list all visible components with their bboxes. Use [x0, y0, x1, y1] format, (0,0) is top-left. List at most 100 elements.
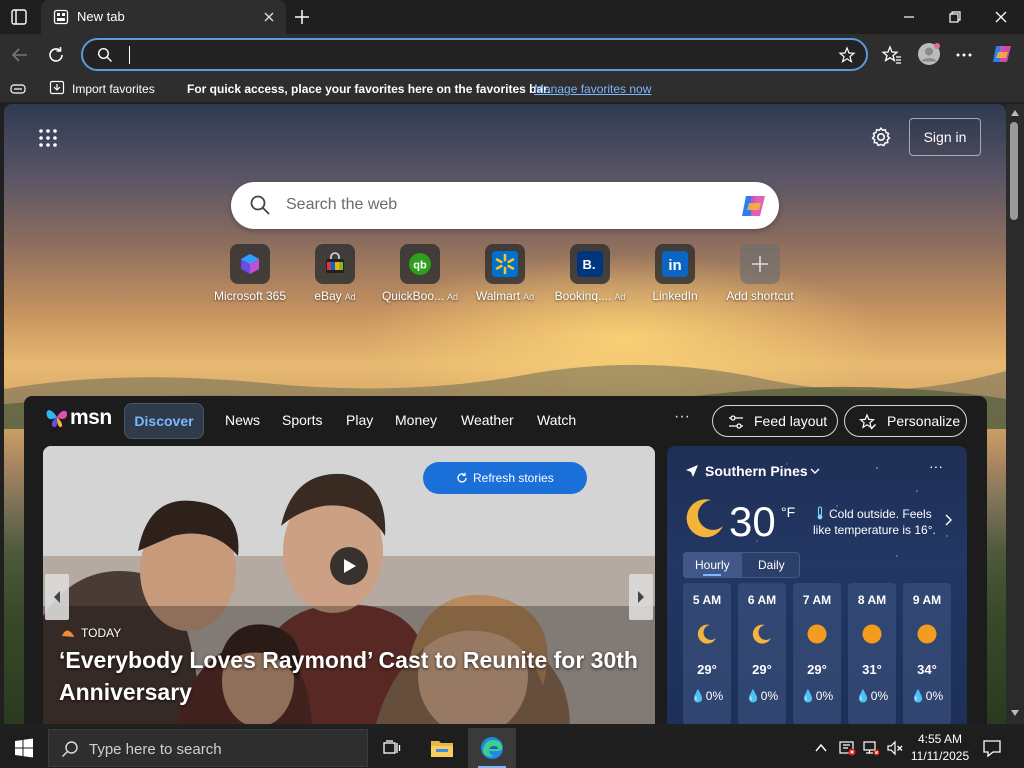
microsoft-365-icon	[241, 254, 259, 274]
refresh-icon[interactable]	[45, 44, 67, 66]
settings-and-more-icon[interactable]	[953, 44, 975, 66]
forecast-precipitation: 💧0%	[683, 689, 731, 703]
new-tab-button[interactable]	[292, 7, 312, 27]
feed-layout-label: Feed layout	[754, 413, 828, 429]
source-logo-icon	[62, 630, 74, 637]
profile-avatar[interactable]	[917, 42, 941, 66]
previous-story-button[interactable]	[45, 574, 69, 620]
personalize-label: Personalize	[887, 413, 961, 429]
taskbar-clock-date[interactable]: 11/11/2025	[904, 749, 976, 763]
sun-icon	[917, 624, 937, 644]
close-tab-icon[interactable]	[262, 10, 276, 24]
sign-in-button[interactable]: Sign in	[909, 118, 981, 156]
minimize-button[interactable]	[900, 8, 918, 26]
hourly-forecast-item[interactable]: 7 AM 29° 💧0%	[793, 583, 841, 724]
scroll-up-arrow-icon[interactable]	[1011, 110, 1019, 116]
tab-weather[interactable]: Weather	[461, 412, 514, 428]
tab-news[interactable]: News	[225, 412, 260, 428]
shortcut-tile: B.	[570, 244, 610, 284]
page-settings-gear-icon[interactable]	[870, 126, 892, 148]
windows-taskbar: Type here to search 4:55 AM 11/11/2025	[0, 728, 1024, 768]
play-video-button[interactable]	[330, 547, 368, 585]
add-favorite-star-icon[interactable]	[838, 46, 856, 64]
refresh-stories-label: Refresh stories	[473, 471, 554, 485]
msn-butterfly-icon[interactable]	[44, 404, 70, 430]
forecast-precipitation: 💧0%	[848, 689, 896, 703]
forecast-time: 6 AM	[747, 593, 777, 607]
page-scrollbar[interactable]	[1006, 104, 1024, 724]
import-favorites-button[interactable]: Import favorites	[72, 82, 155, 96]
hero-story-title[interactable]: ‘Everybody Loves Raymond’ Cast to Reunit…	[59, 644, 649, 708]
hourly-forecast-item[interactable]: 5 AM 29° 💧0%	[683, 583, 731, 724]
security-warning-icon[interactable]	[838, 739, 856, 757]
taskbar-clock-time[interactable]: 4:55 AM	[910, 732, 970, 746]
taskbar-file-explorer[interactable]	[418, 728, 466, 768]
weather-more-button[interactable]: ···	[929, 458, 943, 474]
web-search-box[interactable]: Search the web	[231, 182, 779, 229]
location-arrow-icon	[686, 465, 698, 477]
tab-watch[interactable]: Watch	[537, 412, 576, 428]
more-tabs-button[interactable]: ···	[674, 408, 690, 426]
crescent-moon-icon	[686, 499, 723, 538]
scroll-down-arrow-icon[interactable]	[1011, 710, 1019, 716]
search-icon	[250, 195, 270, 215]
taskbar-microsoft-edge[interactable]	[468, 728, 516, 768]
linkedin-icon: in	[662, 251, 688, 277]
personalize-star-pencil-icon	[859, 413, 876, 430]
tab-daily[interactable]: Daily	[758, 558, 785, 572]
tab-title: New tab	[77, 9, 125, 24]
taskbar-search-placeholder: Type here to search	[89, 741, 222, 758]
manage-favorites-link[interactable]: Manage favorites now	[534, 82, 651, 96]
collections-icon[interactable]	[10, 82, 26, 96]
back-arrow-icon[interactable]	[9, 44, 31, 66]
copilot-icon[interactable]	[739, 191, 769, 221]
msn-logo-text[interactable]: msn	[70, 406, 112, 430]
crescent-moon-icon	[697, 624, 716, 644]
tab-hourly-label[interactable]: Hourly	[695, 558, 730, 572]
feed-layout-button[interactable]: Feed layout	[712, 405, 838, 437]
sun-icon	[807, 624, 827, 644]
search-icon	[97, 47, 112, 62]
booking-icon: B.	[577, 251, 603, 277]
chevron-right-icon[interactable]	[943, 514, 953, 526]
address-bar[interactable]	[81, 38, 868, 71]
chevron-up-icon[interactable]	[814, 741, 828, 755]
story-source-label: TODAY	[81, 626, 122, 640]
weather-location[interactable]: Southern Pines	[705, 463, 808, 479]
task-view-button[interactable]	[368, 728, 416, 768]
tab-new-tab[interactable]: New tab	[41, 0, 286, 34]
next-story-button[interactable]	[629, 574, 653, 620]
restore-button[interactable]	[946, 8, 964, 26]
tab-money[interactable]: Money	[395, 412, 437, 428]
hourly-forecast-item[interactable]: 8 AM 31° 💧0%	[848, 583, 896, 724]
close-window-button[interactable]	[992, 8, 1010, 26]
tab-discover[interactable]: Discover	[124, 403, 204, 439]
copilot-icon[interactable]	[990, 42, 1014, 66]
hero-story-card[interactable]: Refresh stories TODAY ‘Everybody Loves R…	[43, 446, 655, 724]
tab-actions-icon[interactable]	[10, 8, 28, 26]
chevron-down-icon[interactable]	[809, 465, 821, 477]
notification-center-icon[interactable]	[982, 738, 1002, 758]
volume-muted-icon[interactable]	[886, 739, 904, 757]
hourly-forecast-item[interactable]: 6 AM 29° 💧0%	[738, 583, 786, 724]
weather-summary[interactable]: Cold outside. Feels like temperature is …	[813, 506, 943, 538]
hourly-forecast-item[interactable]: 9 AM 34° 💧0%	[903, 583, 951, 724]
personalize-button[interactable]: Personalize	[844, 405, 967, 437]
add-shortcut-button[interactable]: Add shortcut	[715, 244, 805, 306]
scrollbar-thumb[interactable]	[1010, 122, 1018, 220]
precip-value: 0%	[925, 689, 944, 703]
windows-start-icon[interactable]	[14, 738, 34, 758]
web-search-placeholder[interactable]: Search the web	[286, 196, 397, 214]
ad-badge: Ad	[344, 292, 356, 302]
address-input[interactable]	[127, 44, 817, 66]
temperature-unit[interactable]: °F	[781, 504, 795, 520]
app-launcher-icon[interactable]	[38, 128, 58, 148]
refresh-stories-button[interactable]: Refresh stories	[423, 462, 587, 494]
tab-sports[interactable]: Sports	[282, 412, 322, 428]
tab-play[interactable]: Play	[346, 412, 373, 428]
network-icon[interactable]	[862, 739, 880, 757]
taskbar-search-box[interactable]: Type here to search	[48, 729, 368, 767]
weather-card[interactable]: Southern Pines ··· 30 °F Cold outside. F…	[667, 446, 967, 724]
favorites-icon[interactable]	[881, 44, 903, 66]
shortcut-tile: qb	[400, 244, 440, 284]
